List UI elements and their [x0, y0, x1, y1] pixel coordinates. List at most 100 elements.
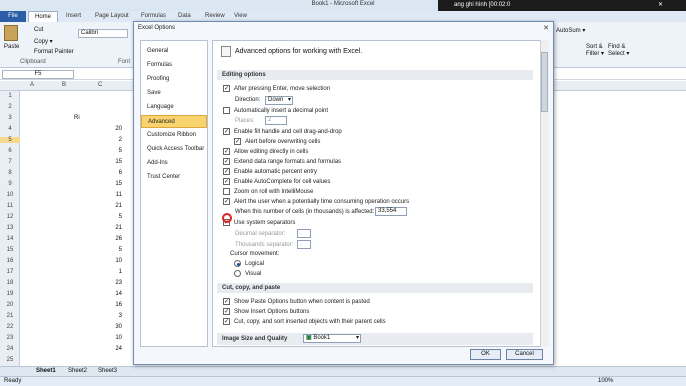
- row-header[interactable]: 2: [0, 104, 20, 110]
- paste-button[interactable]: Paste: [4, 44, 19, 50]
- decimal-separator-input[interactable]: .: [297, 229, 311, 238]
- cell[interactable]: 2: [96, 137, 122, 143]
- nav-save[interactable]: Save: [141, 87, 207, 100]
- nav-formulas[interactable]: Formulas: [141, 59, 207, 72]
- cell[interactable]: 15: [96, 181, 122, 187]
- cut-button[interactable]: Cut: [34, 27, 43, 33]
- cell[interactable]: 23: [96, 280, 122, 286]
- nav-trust-center[interactable]: Trust Center: [141, 171, 207, 184]
- row-header[interactable]: 10: [0, 192, 20, 198]
- extend-ranges-checkbox[interactable]: ✓: [223, 158, 230, 165]
- after-enter-checkbox[interactable]: ✓: [223, 85, 230, 92]
- paste-icon[interactable]: [4, 25, 18, 41]
- row-header[interactable]: 24: [0, 346, 20, 352]
- row-header[interactable]: 9: [0, 181, 20, 187]
- zoom-roll-checkbox[interactable]: [223, 188, 230, 195]
- cell[interactable]: 26: [96, 236, 122, 242]
- row-header[interactable]: 20: [0, 302, 20, 308]
- row-header[interactable]: 16: [0, 258, 20, 264]
- zoom-level[interactable]: 100%: [598, 378, 613, 384]
- fill-handle-checkbox[interactable]: ✓: [223, 128, 230, 135]
- row-header[interactable]: 3: [0, 115, 20, 121]
- row-header[interactable]: 12: [0, 214, 20, 220]
- sort-filter-button[interactable]: Sort & Filter ▾: [586, 44, 608, 57]
- row-header[interactable]: 22: [0, 324, 20, 330]
- find-select-button[interactable]: Find & Select ▾: [608, 44, 630, 57]
- sheet-tab-3[interactable]: Sheet3: [98, 368, 117, 374]
- visual-radio[interactable]: [234, 270, 241, 277]
- row-header[interactable]: 23: [0, 335, 20, 341]
- row-header[interactable]: 15: [0, 247, 20, 253]
- row-header[interactable]: 4: [0, 126, 20, 132]
- cell[interactable]: 11: [96, 192, 122, 198]
- row-header[interactable]: 21: [0, 313, 20, 319]
- tab-view[interactable]: View: [234, 13, 247, 19]
- cell[interactable]: 6: [96, 170, 122, 176]
- auto-percent-checkbox[interactable]: ✓: [223, 168, 230, 175]
- tab-home[interactable]: Home: [28, 11, 58, 22]
- sheet-tab-1[interactable]: Sheet1: [36, 368, 56, 374]
- insert-options-checkbox[interactable]: ✓: [223, 308, 230, 315]
- row-header[interactable]: 11: [0, 203, 20, 209]
- cell[interactable]: 10: [96, 258, 122, 264]
- row-header[interactable]: 13: [0, 225, 20, 231]
- cell-header[interactable]: Ri: [74, 115, 100, 121]
- dialog-close-button[interactable]: ✕: [539, 24, 553, 33]
- places-input[interactable]: 2: [265, 116, 287, 125]
- alert-slow-checkbox[interactable]: ✓: [223, 198, 230, 205]
- nav-proofing[interactable]: Proofing: [141, 73, 207, 86]
- tab-file[interactable]: File: [0, 11, 26, 22]
- cells-affected-input[interactable]: 33,554: [375, 207, 407, 216]
- row-header[interactable]: 14: [0, 236, 20, 242]
- nav-language[interactable]: Language: [141, 101, 207, 114]
- copy-button[interactable]: Copy ▾: [34, 38, 53, 45]
- cancel-button[interactable]: Cancel: [506, 349, 543, 360]
- tab-insert[interactable]: Insert: [66, 13, 81, 19]
- nav-add-ins[interactable]: Add-Ins: [141, 157, 207, 170]
- nav-customize-ribbon[interactable]: Customize Ribbon: [141, 129, 207, 142]
- image-workbook-select[interactable]: ▣ Book1 ▾: [303, 334, 361, 343]
- cell[interactable]: 5: [96, 214, 122, 220]
- tab-formulas[interactable]: Formulas: [141, 13, 166, 19]
- row-header[interactable]: 17: [0, 269, 20, 275]
- nav-advanced[interactable]: Advanced: [141, 115, 207, 128]
- thousands-separator-input[interactable]: ,: [297, 240, 311, 249]
- tab-review[interactable]: Review: [205, 13, 225, 19]
- col-header-c[interactable]: C: [98, 82, 102, 88]
- col-header-b[interactable]: B: [62, 82, 66, 88]
- cell[interactable]: 15: [96, 159, 122, 165]
- cell[interactable]: 5: [96, 148, 122, 154]
- cell[interactable]: 30: [96, 324, 122, 330]
- close-recorder-icon[interactable]: ✕: [658, 1, 663, 8]
- cell[interactable]: 10: [96, 335, 122, 341]
- nav-quick-access-toolbar[interactable]: Quick Access Toolbar: [141, 143, 207, 156]
- cell[interactable]: 5: [96, 247, 122, 253]
- autosum-button[interactable]: AutoSum ▾: [556, 27, 585, 34]
- tab-data[interactable]: Data: [178, 13, 191, 19]
- font-name-box[interactable]: Calibri: [78, 29, 128, 38]
- edit-in-cells-checkbox[interactable]: ✓: [223, 148, 230, 155]
- row-header[interactable]: 6: [0, 148, 20, 154]
- alert-overwrite-checkbox[interactable]: ✓: [234, 138, 241, 145]
- cell[interactable]: 14: [96, 291, 122, 297]
- autocomplete-checkbox[interactable]: ✓: [223, 178, 230, 185]
- tab-page-layout[interactable]: Page Layout: [95, 13, 129, 19]
- row-header[interactable]: 19: [0, 291, 20, 297]
- cell[interactable]: 24: [96, 346, 122, 352]
- nav-general[interactable]: General: [141, 45, 207, 58]
- row-header[interactable]: 7: [0, 159, 20, 165]
- row-header[interactable]: 8: [0, 170, 20, 176]
- row-header[interactable]: 18: [0, 280, 20, 286]
- cell[interactable]: 16: [96, 302, 122, 308]
- cell[interactable]: 1: [96, 269, 122, 275]
- direction-select[interactable]: Down ▾: [265, 96, 293, 105]
- cell[interactable]: 21: [96, 203, 122, 209]
- cell[interactable]: 21: [96, 225, 122, 231]
- cell[interactable]: 20: [96, 126, 122, 132]
- name-box[interactable]: F5: [2, 70, 74, 79]
- ok-button[interactable]: OK: [470, 349, 501, 360]
- row-header[interactable]: 25: [0, 357, 20, 363]
- col-header-a[interactable]: A: [30, 82, 34, 88]
- scrollbar-thumb[interactable]: [541, 52, 548, 112]
- logical-radio[interactable]: [234, 260, 241, 267]
